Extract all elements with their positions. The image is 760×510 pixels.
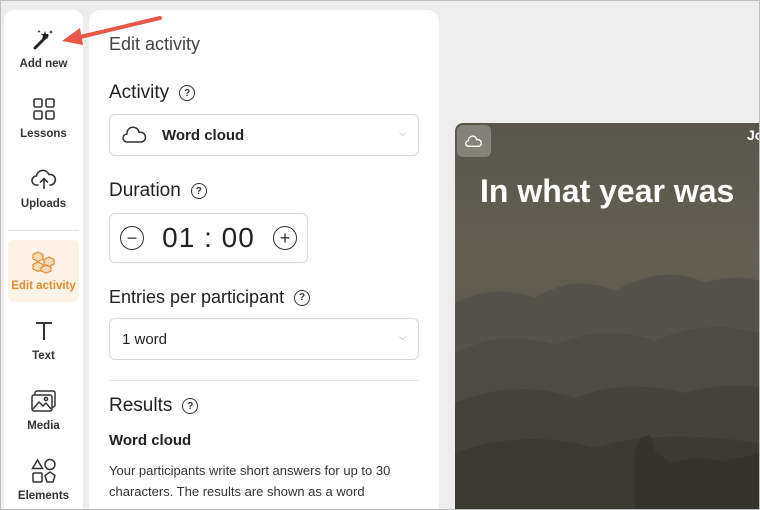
- blocks-icon: [31, 248, 57, 274]
- minus-icon[interactable]: −: [120, 226, 144, 250]
- shapes-icon: [30, 458, 57, 484]
- activity-select-value: Word cloud: [162, 126, 245, 144]
- help-icon[interactable]: ?: [294, 289, 311, 306]
- activity-heading-text: Activity: [109, 82, 170, 103]
- cloud-icon: [465, 134, 483, 148]
- entries-heading-text: Entries per participant: [109, 287, 285, 307]
- rail-item-text[interactable]: Text: [8, 310, 79, 372]
- duration-heading-text: Duration: [109, 180, 181, 201]
- grid-icon: [31, 96, 57, 122]
- magic-wand-icon: [31, 26, 57, 52]
- rail-divider: [8, 230, 79, 231]
- duration-stepper: − 01 : 00 +: [109, 213, 308, 263]
- rail-item-label: Media: [27, 420, 60, 432]
- section-divider: [109, 380, 419, 381]
- slide-question[interactable]: In what year was: [480, 173, 734, 210]
- chevron-down-icon: ⌵: [399, 332, 406, 342]
- entries-select[interactable]: 1 word ⌵: [109, 318, 419, 360]
- rail-item-label: Lessons: [20, 128, 67, 140]
- rail-item-edit-activity[interactable]: Edit activity: [8, 240, 79, 302]
- results-heading-text: Results: [109, 395, 173, 416]
- cloud-upload-icon: [30, 166, 57, 192]
- help-icon[interactable]: ?: [179, 85, 196, 101]
- activity-heading: Activity ?: [109, 82, 196, 104]
- duration-value[interactable]: 01 : 00: [162, 222, 255, 254]
- rail-item-label: Text: [32, 350, 55, 362]
- rail-item-label: Elements: [17, 490, 70, 502]
- plus-icon[interactable]: +: [272, 226, 297, 250]
- results-heading: Results ?: [109, 395, 199, 417]
- slide-type-badge: [457, 125, 491, 157]
- slide-corner-text: Jo: [747, 127, 760, 143]
- image-icon: [30, 388, 57, 414]
- entries-heading: Entries per participant ?: [109, 287, 311, 308]
- help-icon[interactable]: ?: [182, 398, 199, 414]
- slide-preview[interactable]: Jo In what year was: [455, 123, 760, 510]
- rail-item-label: Edit activity: [11, 280, 76, 292]
- cloud-icon: [122, 126, 148, 144]
- help-icon[interactable]: ?: [190, 183, 207, 199]
- text-icon: [31, 318, 57, 344]
- chevron-down-icon: ⌵: [399, 128, 406, 138]
- left-rail: Add new Lessons Uploads Edit activity Te…: [4, 10, 83, 510]
- rail-item-label: Uploads: [20, 198, 67, 210]
- rail-item-elements[interactable]: Elements: [8, 450, 79, 510]
- annotation-arrow: [62, 16, 162, 45]
- edit-activity-panel: Edit activity Activity ? Word cloud ⌵ Du…: [89, 10, 439, 510]
- rail-item-label: Add new: [19, 58, 68, 70]
- rail-item-media[interactable]: Media: [8, 380, 79, 442]
- rail-item-lessons[interactable]: Lessons: [8, 88, 79, 150]
- rail-item-uploads[interactable]: Uploads: [8, 158, 79, 220]
- results-description: Your participants write short answers fo…: [109, 463, 391, 499]
- entries-select-value: 1 word: [122, 330, 168, 348]
- duration-heading: Duration ?: [109, 180, 207, 202]
- results-subheading: Word cloud: [109, 432, 192, 449]
- activity-select[interactable]: Word cloud ⌵: [109, 114, 419, 156]
